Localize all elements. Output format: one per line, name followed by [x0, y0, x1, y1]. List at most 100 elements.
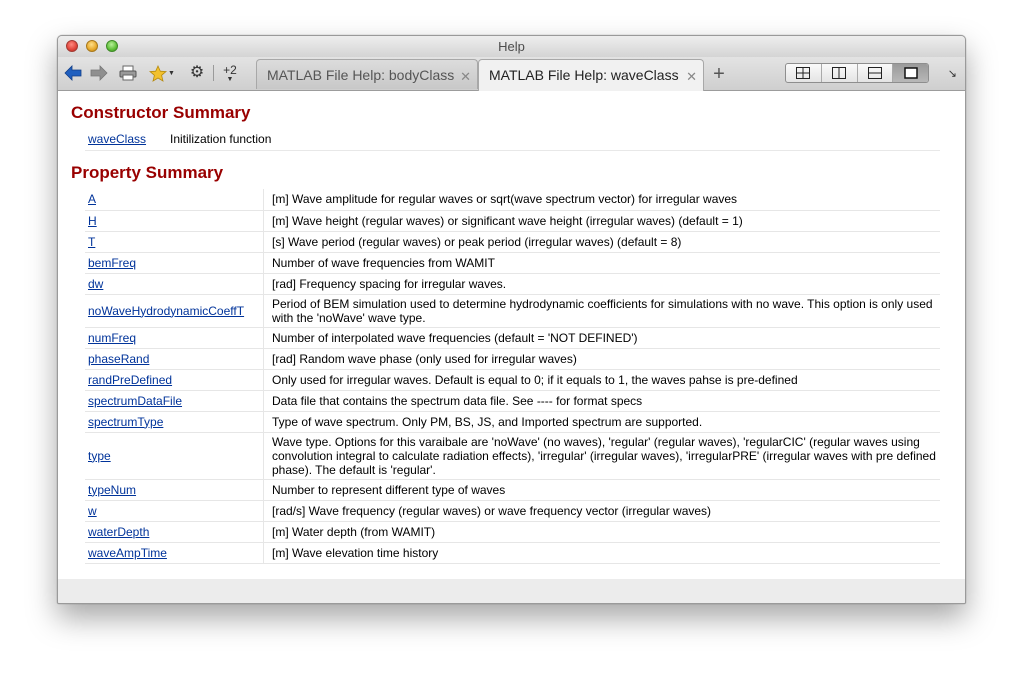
property-description: [rad/s] Wave frequency (regular waves) o… [263, 500, 940, 522]
property-description: Data file that contains the spectrum dat… [263, 390, 940, 412]
property-name-cell: spectrumDataFile [85, 390, 264, 412]
title-bar[interactable]: Help [58, 36, 965, 57]
constructor-summary-heading: Constructor Summary [71, 103, 251, 122]
tab-waveclass[interactable]: MATLAB File Help: waveClass ✕ [478, 59, 704, 91]
property-description: Number of wave frequencies from WAMIT [263, 252, 940, 274]
property-link[interactable]: bemFreq [88, 256, 136, 270]
property-link[interactable]: H [88, 214, 97, 228]
rows-layout-icon [867, 67, 882, 79]
property-link[interactable]: typeNum [88, 483, 136, 497]
star-icon [149, 64, 168, 82]
property-description: [m] Wave amplitude for regular waves or … [263, 189, 940, 211]
property-description: Period of BEM simulation used to determi… [263, 294, 940, 328]
property-name-cell: A [85, 189, 264, 211]
help-window: Help ▼ ⚙ +2 ▼ MATLAB File Help: bodyClas… [57, 35, 966, 604]
table-row: type Wave type. Options for this varaibal… [85, 432, 940, 480]
tab-bodyclass[interactable]: MATLAB File Help: bodyClass ✕ [256, 59, 478, 89]
property-name-cell: waterDepth [85, 521, 264, 543]
property-link[interactable]: waterDepth [88, 525, 149, 539]
forward-button[interactable] [89, 63, 109, 83]
property-name-cell: H [85, 210, 264, 232]
property-table: A [m] Wave amplitude for regular waves or… [85, 189, 940, 564]
print-button[interactable] [118, 63, 138, 83]
property-name-cell: w [85, 500, 264, 522]
table-row: numFreq Number of interpolated wave frequ… [85, 327, 940, 349]
constructor-row: waveClass Initilization function [85, 131, 940, 151]
table-row: noWaveHydrodynamicCoeffT Period of BEM si… [85, 294, 940, 328]
property-name-cell: dw [85, 273, 264, 295]
property-link[interactable]: phaseRand [88, 352, 149, 366]
property-link[interactable]: waveAmpTime [88, 546, 167, 560]
property-link[interactable]: numFreq [88, 331, 136, 345]
constructor-description: Initilization function [170, 132, 272, 146]
forward-arrow-icon [90, 65, 108, 81]
table-row: phaseRand [rad] Random wave phase (only u… [85, 348, 940, 370]
property-name-cell: type [85, 432, 264, 480]
property-link[interactable]: noWaveHydrodynamicCoeffT [88, 304, 244, 318]
table-row: typeNum Number to represent different typ… [85, 479, 940, 501]
property-link[interactable]: randPreDefined [88, 373, 172, 387]
property-summary-heading: Property Summary [71, 163, 224, 182]
table-row: spectrumDataFile Data file that contains … [85, 390, 940, 412]
columns-layout-icon [832, 67, 847, 79]
table-row: H [m] Wave height (regular waves) or sign… [85, 210, 940, 232]
table-row: randPreDefined Only used for irregular wa… [85, 369, 940, 391]
help-content: Constructor Summary waveClass Initilizat… [58, 91, 965, 579]
close-icon[interactable]: ✕ [686, 69, 697, 85]
new-tab-button[interactable]: + [706, 59, 732, 89]
table-row: w [rad/s] Wave frequency (regular waves) … [85, 500, 940, 522]
property-description: Number of interpolated wave frequencies … [263, 327, 940, 349]
back-button[interactable] [63, 63, 83, 83]
property-link[interactable]: T [88, 235, 95, 249]
table-row: dw [rad] Frequency spacing for irregular … [85, 273, 940, 295]
tab-label: MATLAB File Help: bodyClass [267, 67, 455, 83]
property-description: Only used for irregular waves. Default i… [263, 369, 940, 391]
gear-icon: ⚙ [189, 64, 205, 81]
property-link[interactable]: spectrumDataFile [88, 394, 182, 408]
property-link[interactable]: type [88, 449, 111, 463]
toolbar: ▼ ⚙ +2 ▼ MATLAB File Help: bodyClass ✕ M… [58, 57, 965, 91]
property-name-cell: phaseRand [85, 348, 264, 370]
property-link[interactable]: A [88, 192, 96, 206]
table-row: spectrumType Type of wave spectrum. Only … [85, 411, 940, 433]
property-description: [rad] Random wave phase (only used for i… [263, 348, 940, 370]
layout-selector [785, 63, 929, 83]
back-arrow-icon [64, 65, 82, 81]
toolbar-divider [213, 65, 214, 81]
zoom-label: +2 [223, 62, 237, 77]
property-description: [m] Wave elevation time history [263, 542, 940, 564]
property-name-cell: bemFreq [85, 252, 264, 274]
settings-button[interactable]: ⚙ [188, 63, 206, 83]
layout-single-button[interactable] [893, 64, 928, 82]
property-link[interactable]: spectrumType [88, 415, 163, 429]
single-layout-icon [903, 67, 918, 79]
property-name-cell: typeNum [85, 479, 264, 501]
grid-layout-icon [796, 67, 811, 79]
property-description: Number to represent different type of wa… [263, 479, 940, 501]
property-description: [m] Wave height (regular waves) or signi… [263, 210, 940, 232]
print-icon [119, 65, 137, 81]
constructor-link[interactable]: waveClass [88, 132, 146, 146]
layout-grid-button[interactable] [786, 64, 822, 82]
property-description: [m] Water depth (from WAMIT) [263, 521, 940, 543]
property-name-cell: waveAmpTime [85, 542, 264, 564]
property-name-cell: numFreq [85, 327, 264, 349]
property-link[interactable]: w [88, 504, 97, 518]
layout-rows-button[interactable] [858, 64, 894, 82]
property-description: [s] Wave period (regular waves) or peak … [263, 231, 940, 253]
property-description: Type of wave spectrum. Only PM, BS, JS, … [263, 411, 940, 433]
table-row: A [m] Wave amplitude for regular waves or… [85, 189, 940, 211]
resize-arrow-icon[interactable]: ↘ [948, 67, 957, 80]
property-link[interactable]: dw [88, 277, 103, 291]
layout-columns-button[interactable] [822, 64, 858, 82]
property-description: Wave type. Options for this varaibale ar… [263, 432, 940, 480]
property-description: [rad] Frequency spacing for irregular wa… [263, 273, 940, 295]
close-icon[interactable]: ✕ [460, 69, 471, 85]
favorites-button[interactable]: ▼ [149, 63, 175, 83]
zoom-button[interactable]: +2 ▼ [218, 63, 242, 83]
chevron-down-icon: ▼ [226, 75, 234, 83]
table-row: T [s] Wave period (regular waves) or peak… [85, 231, 940, 253]
chevron-down-icon: ▼ [168, 69, 175, 77]
property-name-cell: randPreDefined [85, 369, 264, 391]
table-row: bemFreq Number of wave frequencies from W… [85, 252, 940, 274]
